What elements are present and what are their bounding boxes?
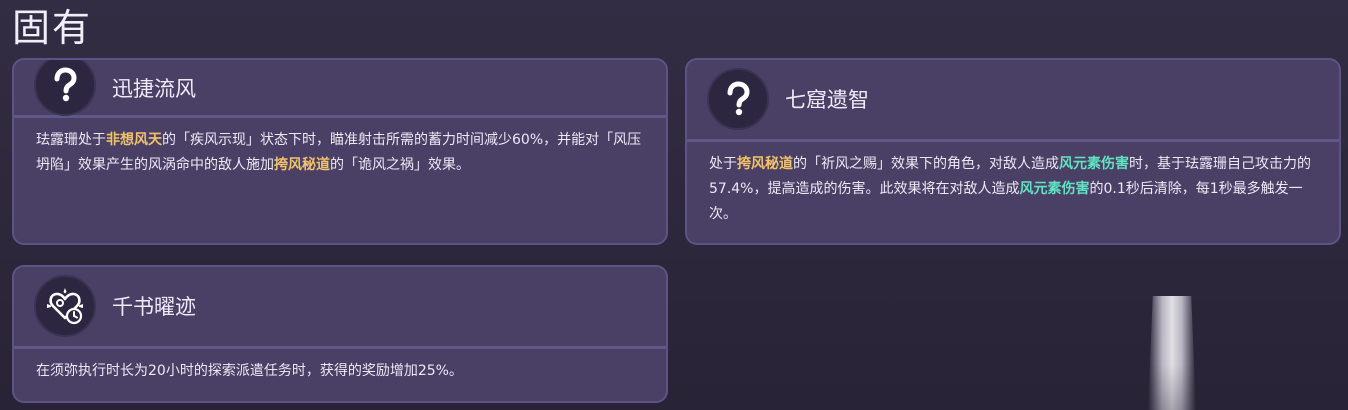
desc-highlight: 风元素伤害 [1019, 181, 1090, 197]
desc-text: 在须弥执行时长为20小时的探索派遣任务时，获得的奖励增加25%。 [36, 363, 463, 379]
desc-text: 的「祈风之赐」效果下的角色，对敌人造成 [793, 156, 1059, 172]
talent-card-header: 迅捷流风 [14, 60, 666, 118]
question-mark-icon [34, 60, 96, 116]
desc-highlight: 风元素伤害 [1059, 156, 1129, 172]
desc-highlight: 挎风秘道 [737, 156, 793, 172]
question-mark-icon [707, 68, 769, 130]
talent-name: 七窟遗智 [785, 88, 869, 112]
desc-text: 珐露珊处于 [36, 132, 106, 148]
talent-card-1[interactable]: 迅捷流风 珐露珊处于非想风天的「疾风示现」状态下时，瞄准射击所需的蓄力时间减少6… [12, 58, 668, 245]
talent-card-header: 七窟遗智 [687, 60, 1339, 142]
section-title: 固有 [12, 6, 93, 50]
talent-card-header: 千书曜迹 [14, 267, 666, 349]
desc-highlight: 挎风秘道 [274, 157, 330, 173]
talent-description: 处于挎风秘道的「祈风之赐」效果下的角色，对敌人造成风元素伤害时，基于珐露珊自己攻… [687, 142, 1339, 227]
talent-card-2[interactable]: 七窟遗智 处于挎风秘道的「祈风之赐」效果下的角色，对敌人造成风元素伤害时，基于珐… [685, 58, 1341, 245]
light-beam-fade [1130, 296, 1214, 410]
desc-text: 处于 [709, 156, 737, 172]
desc-text: 的「诡风之祸」效果。 [330, 157, 470, 173]
talent-card-3[interactable]: 千书曜迹 在须弥执行时长为20小时的探索派遣任务时，获得的奖励增加25%。 [12, 265, 668, 403]
talent-name: 迅捷流风 [112, 77, 196, 101]
desc-highlight: 非想风天 [106, 132, 162, 148]
talent-name: 千书曜迹 [112, 295, 196, 319]
talent-description: 珐露珊处于非想风天的「疾风示现」状态下时，瞄准射击所需的蓄力时间减少60%，并能… [14, 118, 666, 178]
talent-description: 在须弥执行时长为20小时的探索派遣任务时，获得的奖励增加25%。 [14, 349, 666, 384]
expedition-compass-icon [34, 275, 96, 337]
